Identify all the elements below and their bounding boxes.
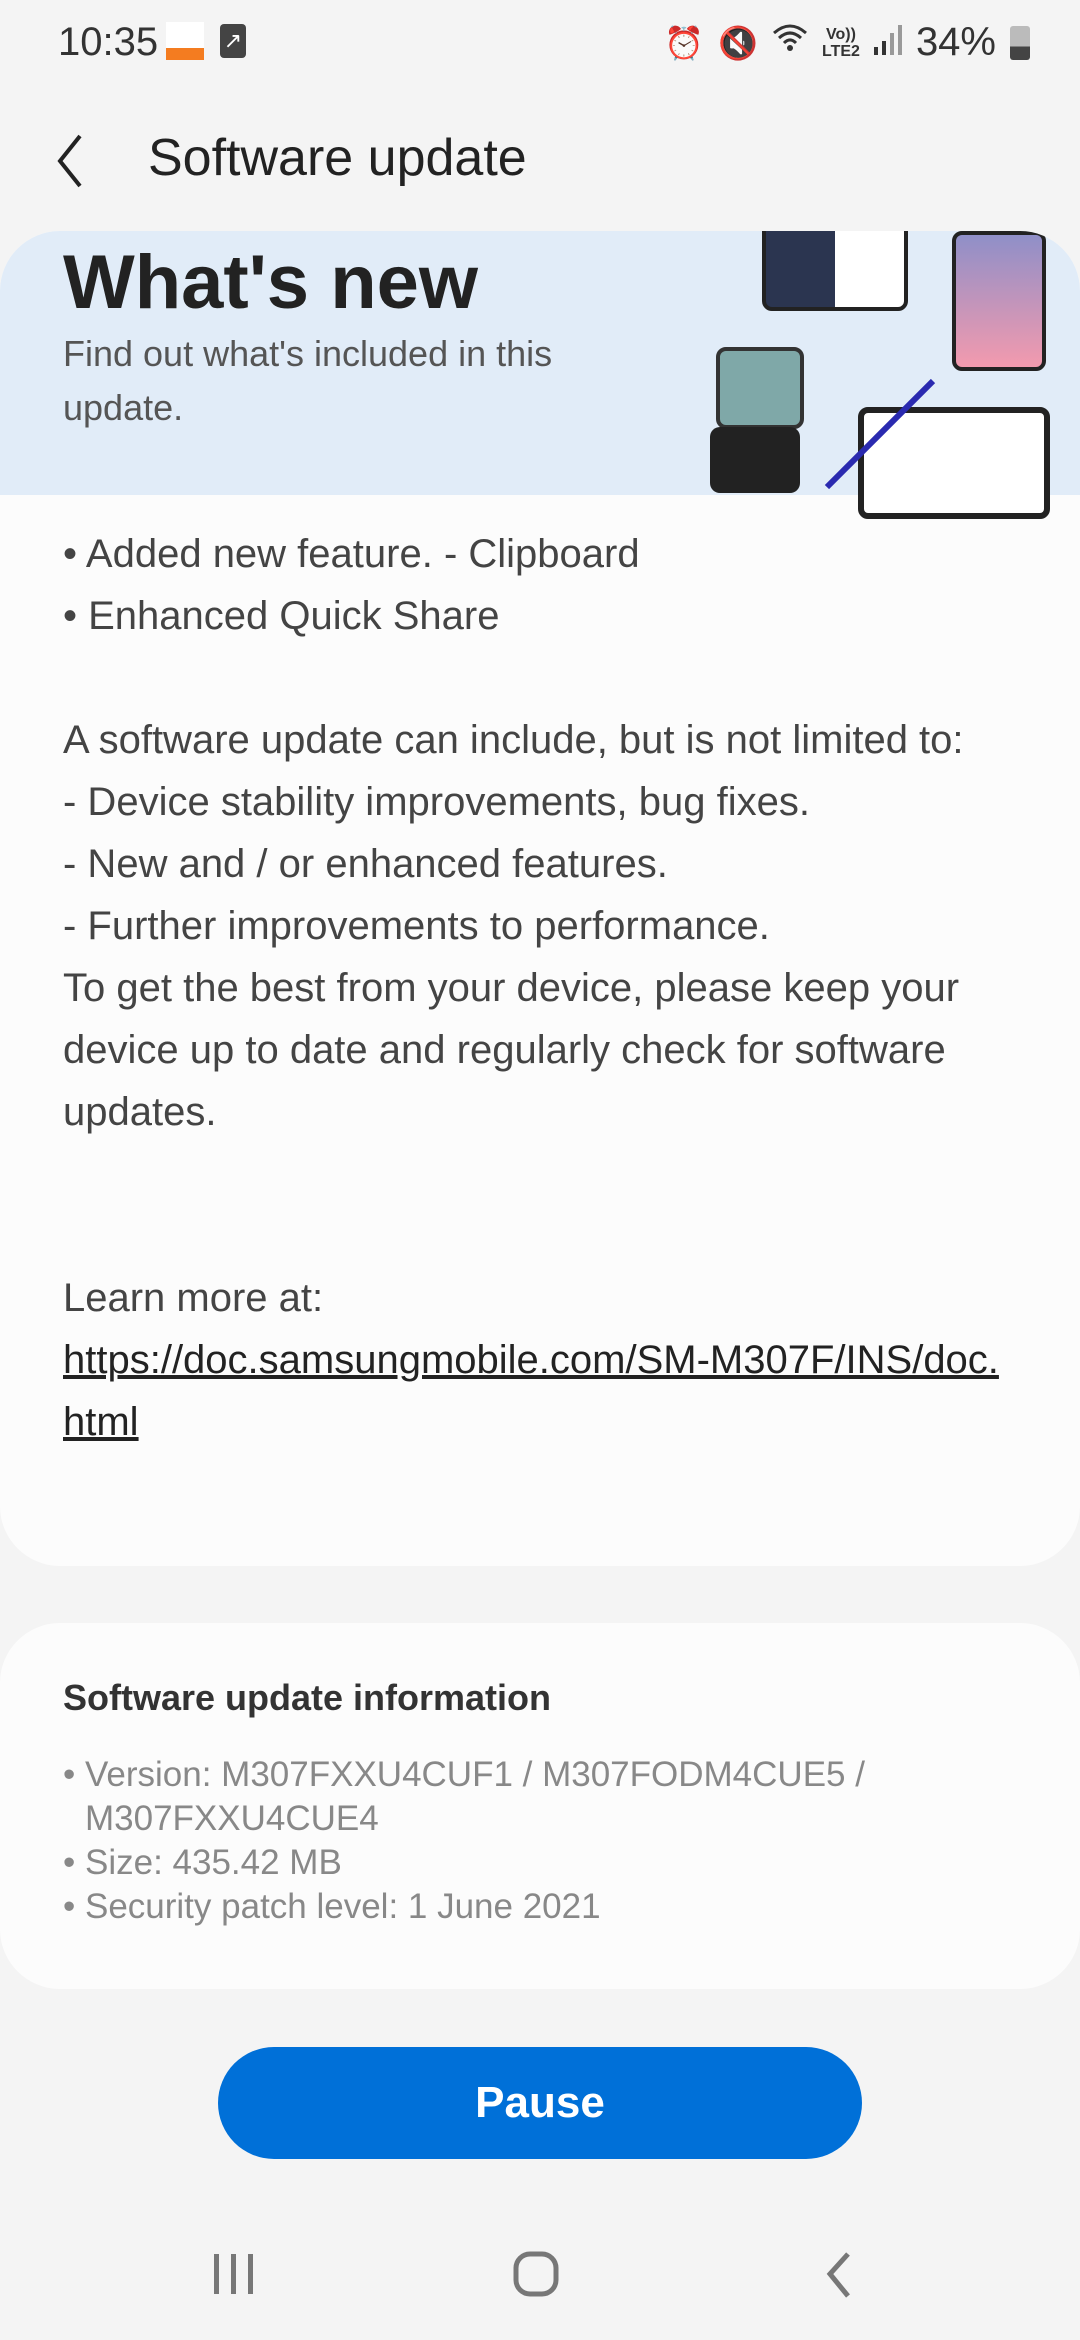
whats-new-banner: What's new Find out what's included in t… xyxy=(0,231,1080,519)
mute-icon: 🔇 xyxy=(718,24,758,61)
status-bar: 10:35 ↗ ⏰ 🔇 Vo)) LTE2 34% xyxy=(0,0,1080,90)
feature-item: • Added new feature. - Clipboard xyxy=(63,532,640,576)
status-time: 10:35 xyxy=(58,20,159,64)
volte-lte2-icon: Vo)) LTE2 xyxy=(822,25,860,60)
info-version: • Version: M307FXXU4CUF1 / M307FODM4CUE5… xyxy=(63,1755,865,1838)
recents-icon xyxy=(214,2254,253,2294)
battery-icon xyxy=(1010,25,1030,60)
whats-new-subtitle: Find out what's included in this update. xyxy=(63,333,553,428)
learn-more-link[interactable]: https://doc.samsungmobile.com/SM-M307F/I… xyxy=(63,1338,999,1444)
chevron-left-icon xyxy=(57,134,82,188)
home-icon xyxy=(513,2251,559,2297)
recent-apps-button[interactable] xyxy=(212,2250,256,2305)
info-size: • Size: 435.42 MB xyxy=(63,1843,342,1882)
release-notes: • Added new feature. - Clipboard • Enhan… xyxy=(0,495,1080,1453)
whats-new-card: What's new Find out what's included in t… xyxy=(0,231,1080,1566)
description-text: - New and / or enhanced features. xyxy=(63,842,668,886)
buddy-app-icon xyxy=(166,22,204,60)
description-text: - Further improvements to performance. xyxy=(63,904,770,948)
whats-new-title: What's new xyxy=(63,240,478,325)
update-info-title: Software update information xyxy=(63,1677,552,1718)
back-nav-button[interactable] xyxy=(820,2250,860,2305)
info-security-patch: • Security patch level: 1 June 2021 xyxy=(63,1887,601,1926)
navigation-bar xyxy=(0,2240,1080,2320)
app-bar: Software update xyxy=(0,120,1080,200)
pause-button[interactable]: Pause xyxy=(218,2047,862,2159)
wifi-icon xyxy=(772,23,808,63)
battery-percent: 34% xyxy=(915,20,996,64)
back-button[interactable] xyxy=(50,128,110,188)
alarm-icon: ⏰ xyxy=(664,24,705,61)
screen-share-icon: ↗ xyxy=(220,24,246,58)
page-title: Software update xyxy=(148,129,527,187)
signal-icon xyxy=(873,20,902,65)
update-info-card: Software update information • Version: M… xyxy=(0,1623,1080,1989)
feature-item: • Enhanced Quick Share xyxy=(63,594,500,638)
learn-more-label: Learn more at: xyxy=(63,1276,324,1320)
description-text: A software update can include, but is no… xyxy=(63,718,964,762)
home-button[interactable] xyxy=(512,2250,562,2305)
back-icon xyxy=(826,2252,850,2298)
description-text: - Device stability improvements, bug fix… xyxy=(63,780,810,824)
description-text: To get the best from your device, please… xyxy=(63,966,960,1134)
